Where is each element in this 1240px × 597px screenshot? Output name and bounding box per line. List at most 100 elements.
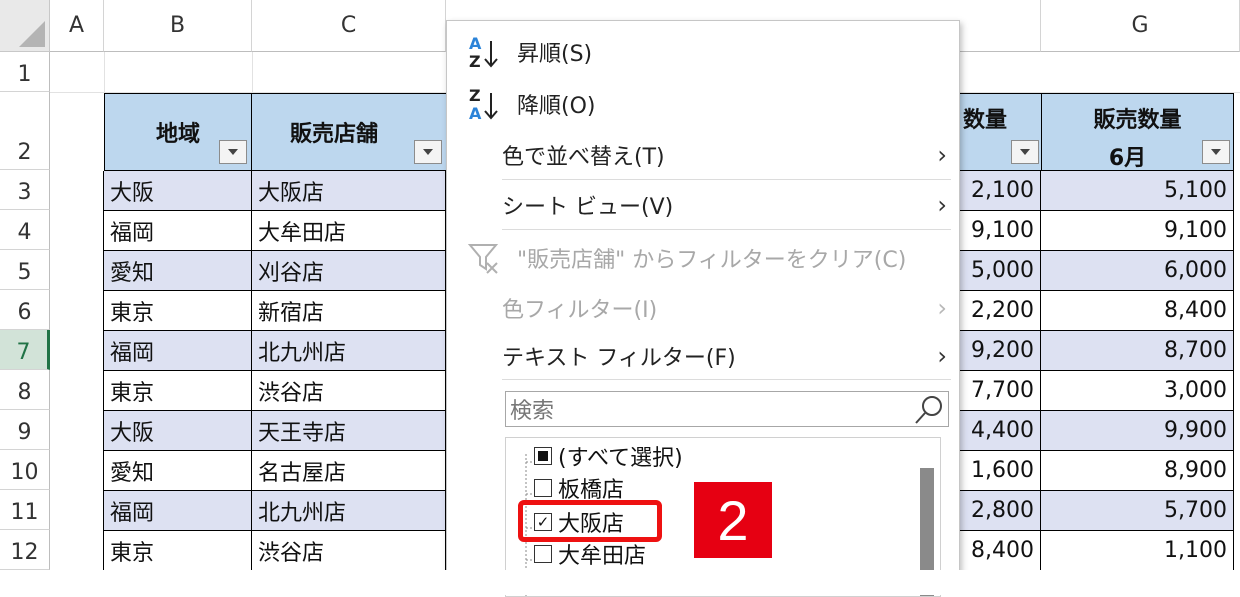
cell-g-value[interactable]: 8,700 xyxy=(1041,331,1234,371)
column-header-a[interactable]: A xyxy=(50,0,104,52)
header-cell-g[interactable]: 販売数量 6月 xyxy=(1041,93,1234,171)
svg-text:A: A xyxy=(469,34,482,53)
highlight-box xyxy=(518,500,662,542)
gridline xyxy=(252,52,253,92)
dropdown-arrow-icon xyxy=(1020,149,1030,155)
cell-g-value[interactable]: 8,400 xyxy=(1041,291,1234,331)
header-store-label: 販売店舗 xyxy=(289,122,378,147)
row-header[interactable]: 3 xyxy=(0,170,50,210)
dropdown-arrow-icon xyxy=(228,149,238,155)
menu-separator xyxy=(502,379,951,380)
menu-separator xyxy=(502,229,951,230)
chevron-right-icon: › xyxy=(937,191,947,219)
cell-region[interactable]: 東京 xyxy=(104,371,252,411)
filter-search-box[interactable]: 検索 xyxy=(505,391,949,427)
step-number-badge: 2 xyxy=(694,482,772,558)
list-item[interactable]: 大牟田店 xyxy=(534,538,646,570)
list-item-select-all[interactable]: (すべて選択) xyxy=(534,440,683,472)
menu-label: 色フィルター(I) xyxy=(502,298,658,323)
column-header-b[interactable]: B xyxy=(104,0,252,52)
row-header[interactable]: 9 xyxy=(0,410,50,450)
menu-label: 色で並べ替え(T) xyxy=(502,145,665,170)
menu-item-sort-by-color[interactable]: 色で並べ替え(T) › xyxy=(447,132,959,178)
menu-item-sort-asc[interactable]: A Z 昇順(S) xyxy=(447,29,959,75)
header-cell-region[interactable]: 地域 xyxy=(104,93,252,171)
cell-region[interactable]: 東京 xyxy=(104,291,252,331)
menu-item-sheet-view[interactable]: シート ビュー(V) › xyxy=(447,182,959,228)
cell-store[interactable]: 渋谷店 xyxy=(252,371,446,411)
menu-item-text-filter[interactable]: テキスト フィルター(F) › xyxy=(447,333,959,379)
select-all-corner[interactable] xyxy=(0,0,50,52)
header-f-label: 数量 xyxy=(963,108,1008,133)
svg-text:Z: Z xyxy=(469,86,481,105)
cell-store[interactable]: 刈谷店 xyxy=(252,251,446,291)
cell-store[interactable]: 渋谷店 xyxy=(252,531,446,570)
chevron-right-icon: › xyxy=(937,141,947,169)
sort-ascending-icon: A Z xyxy=(469,34,498,71)
filter-dropdown-g[interactable] xyxy=(1202,140,1230,164)
cell-region[interactable]: 福岡 xyxy=(104,491,252,531)
row-header[interactable]: 4 xyxy=(0,210,50,250)
menu-item-color-filter[interactable]: 色フィルター(I) › xyxy=(447,285,959,331)
cell-g-value[interactable]: 8,900 xyxy=(1041,451,1234,491)
header-cell-store[interactable]: 販売店舗 xyxy=(251,93,447,171)
column-header-c[interactable]: C xyxy=(252,0,446,52)
row-header[interactable]: 2 xyxy=(0,92,50,170)
cell-store[interactable]: 大阪店 xyxy=(252,171,446,211)
svg-text:A: A xyxy=(469,104,482,123)
chevron-right-icon: › xyxy=(937,342,947,370)
row-header[interactable]: 10 xyxy=(0,450,50,490)
row-header[interactable]: 5 xyxy=(0,250,50,290)
filter-dropdown-store[interactable] xyxy=(414,140,442,164)
dropdown-arrow-icon xyxy=(1211,149,1221,155)
menu-label: シート ビュー(V) xyxy=(502,195,674,220)
cell-region[interactable]: 東京 xyxy=(104,531,252,570)
checkbox-partial[interactable] xyxy=(534,447,552,465)
filter-dropdown-region[interactable] xyxy=(219,140,247,164)
menu-item-clear-filter[interactable]: "販売店舗" からフィルターをクリア(C) xyxy=(447,235,959,281)
checkbox-unchecked[interactable] xyxy=(534,545,552,563)
menu-separator xyxy=(502,179,951,180)
clear-filter-icon xyxy=(467,244,499,274)
cell-g-value[interactable]: 3,000 xyxy=(1041,371,1234,411)
header-g-line1: 販売数量 xyxy=(1093,108,1182,133)
menu-label: テキスト フィルター(F) xyxy=(502,346,736,371)
svg-text:Z: Z xyxy=(469,52,481,71)
header-g-line2: 6月 xyxy=(1108,146,1147,171)
cell-region[interactable]: 大阪 xyxy=(104,411,252,451)
cell-g-value[interactable]: 9,100 xyxy=(1041,211,1234,251)
checkbox-unchecked[interactable] xyxy=(534,479,552,497)
bottom-margin xyxy=(0,570,1240,595)
select-all-triangle-icon xyxy=(19,21,45,47)
cell-region[interactable]: 福岡 xyxy=(104,331,252,371)
filter-dropdown-f[interactable] xyxy=(1011,140,1039,164)
cell-store[interactable]: 北九州店 xyxy=(252,491,446,531)
search-placeholder: 検索 xyxy=(510,399,555,424)
cell-store[interactable]: 名古屋店 xyxy=(252,451,446,491)
cell-store[interactable]: 大牟田店 xyxy=(252,211,446,251)
cell-g-value[interactable]: 9,900 xyxy=(1041,411,1234,451)
row-header-active[interactable]: 7 xyxy=(0,330,50,370)
menu-label: "販売店舗" からフィルターをクリア(C) xyxy=(517,248,907,273)
cell-store[interactable]: 天王寺店 xyxy=(252,411,446,451)
row-header[interactable]: 12 xyxy=(0,530,50,570)
menu-label: 降順(O) xyxy=(517,94,596,119)
cell-g-value[interactable]: 5,700 xyxy=(1041,491,1234,531)
cell-g-value[interactable]: 6,000 xyxy=(1041,251,1234,291)
cell-region[interactable]: 福岡 xyxy=(104,211,252,251)
row-header[interactable]: 11 xyxy=(0,490,50,530)
dropdown-arrow-icon xyxy=(423,149,433,155)
menu-item-sort-desc[interactable]: Z A 降順(O) xyxy=(447,81,959,127)
row-header[interactable]: 6 xyxy=(0,290,50,330)
column-header-g[interactable]: G xyxy=(1041,0,1240,52)
cell-region[interactable]: 大阪 xyxy=(104,171,252,211)
cell-g-value[interactable]: 1,100 xyxy=(1041,531,1234,570)
row-header[interactable]: 8 xyxy=(0,370,50,410)
cell-store[interactable]: 新宿店 xyxy=(252,291,446,331)
cell-region[interactable]: 愛知 xyxy=(104,251,252,291)
cell-store[interactable]: 北九州店 xyxy=(252,331,446,371)
chevron-right-icon: › xyxy=(937,294,947,322)
row-header[interactable]: 1 xyxy=(0,52,50,92)
cell-g-value[interactable]: 5,100 xyxy=(1041,171,1234,211)
cell-region[interactable]: 愛知 xyxy=(104,451,252,491)
